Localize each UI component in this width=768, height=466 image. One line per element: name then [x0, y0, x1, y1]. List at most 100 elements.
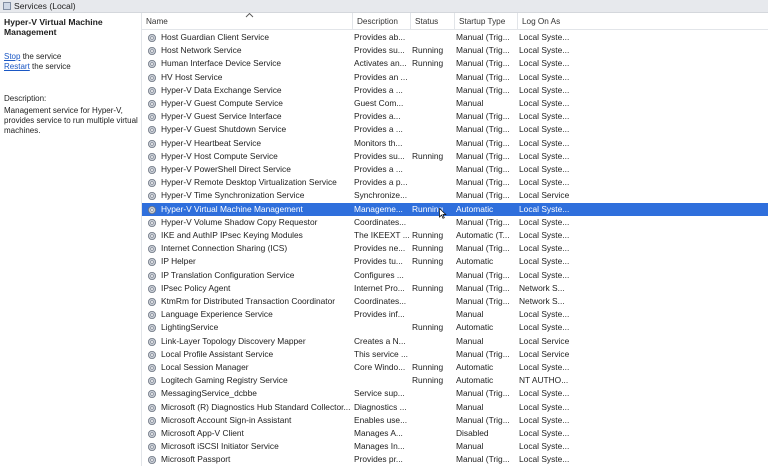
service-row[interactable]: Microsoft iSCSI Initiator Service Manages… [142, 440, 768, 453]
service-description: Provides tu... [354, 256, 403, 267]
service-name-cell: Internet Connection Sharing (ICS) [148, 242, 352, 255]
service-log-on-as: Local Syste... [519, 177, 570, 188]
service-status [412, 216, 454, 229]
service-name-cell: Hyper-V Guest Shutdown Service [148, 123, 352, 136]
service-row[interactable]: Hyper-V Host Compute Service Provides su.… [142, 150, 768, 163]
service-startup-type: Manual (Trig... [456, 348, 510, 359]
service-row[interactable]: KtmRm for Distributed Transaction Coordi… [142, 295, 768, 308]
service-row[interactable]: Hyper-V Data Exchange Service Provides a … [142, 84, 768, 97]
service-description: The IKEEXT ... [354, 230, 410, 240]
column-header-log-on-as[interactable]: Log On As [517, 13, 577, 29]
service-status: Running [412, 45, 444, 56]
service-startup-type: Manual (Trig... [456, 216, 510, 227]
service-status [412, 31, 454, 44]
service-status [412, 71, 454, 84]
service-row[interactable]: Hyper-V Guest Shutdown Service Provides a… [142, 123, 768, 136]
service-name-cell: Host Network Service [148, 44, 352, 57]
service-description: Synchronize... [354, 190, 408, 201]
service-name-cell: Hyper-V PowerShell Direct Service [148, 163, 352, 176]
service-name-cell: IKE and AuthIP IPsec Keying Modules [148, 229, 352, 242]
service-description: Diagnostics ... [354, 401, 407, 412]
service-startup-type: Automatic (T... [456, 230, 510, 240]
service-name-cell: Local Profile Assistant Service [148, 348, 352, 361]
service-row[interactable]: Microsoft (R) Diagnostics Hub Standard C… [142, 401, 768, 414]
stop-service-link[interactable]: Stop [4, 52, 20, 61]
service-row[interactable]: Hyper-V Time Synchronization Service Sync… [142, 189, 768, 202]
column-header-description[interactable]: Description [352, 13, 410, 29]
service-log-on-as: NT AUTHO... [519, 375, 569, 386]
service-status: Running [412, 243, 444, 254]
service-name-cell: IPsec Policy Agent [148, 282, 352, 295]
service-row[interactable]: Host Network Service Provides su... Runnin… [142, 44, 768, 57]
service-name: Microsoft App-V Client [161, 428, 244, 438]
service-row[interactable]: Link-Layer Topology Discovery Mapper Crea… [142, 335, 768, 348]
service-name-cell: Link-Layer Topology Discovery Mapper [148, 335, 352, 348]
service-row[interactable]: Logitech Gaming Registry Service Running A… [142, 374, 768, 387]
service-startup-type: Manual (Trig... [456, 124, 510, 135]
service-description: Enables use... [354, 414, 408, 425]
service-name: Language Experience Service [161, 309, 273, 320]
service-name: Hyper-V Guest Service Interface [161, 111, 282, 122]
service-startup-type: Manual (Trig... [456, 164, 510, 174]
service-name: Link-Layer Topology Discovery Mapper [161, 335, 306, 346]
service-row[interactable]: Hyper-V Remote Desktop Virtualization Se… [142, 176, 768, 189]
column-header-status[interactable]: Status [410, 13, 454, 29]
service-startup-type: Manual (Trig... [456, 84, 510, 95]
service-row[interactable]: Local Profile Assistant Service This serv… [142, 348, 768, 361]
service-row[interactable]: Local Session Manager Core Windo... Runnin… [142, 361, 768, 374]
service-name: Microsoft iSCSI Initiator Service [161, 441, 279, 452]
service-name: Hyper-V Guest Shutdown Service [161, 124, 287, 135]
service-description: This service ... [354, 348, 408, 359]
column-header-startup-type[interactable]: Startup Type [454, 13, 517, 29]
service-log-on-as: Local Syste... [519, 98, 570, 108]
service-status: Running [412, 150, 444, 161]
services-list[interactable]: Name Description Status Startup Type Log… [142, 13, 768, 466]
restart-service-link[interactable]: Restart [4, 62, 30, 71]
service-row[interactable]: LightingService Running Automatic Local Sys… [142, 321, 768, 334]
service-startup-type: Disabled [456, 428, 489, 438]
service-startup-type: Manual (Trig... [456, 282, 510, 293]
restart-rest-text: the service [29, 62, 71, 71]
service-row[interactable]: Hyper-V Heartbeat Service Monitors th... M… [142, 137, 768, 150]
service-row[interactable]: Microsoft Passport Provides pr... Manual (… [142, 453, 768, 466]
service-row[interactable]: Hyper-V Volume Shadow Copy Requestor Coor… [142, 216, 768, 229]
service-row[interactable]: IP Translation Configuration Service Conf… [142, 269, 768, 282]
service-startup-type: Manual (Trig... [456, 243, 510, 254]
service-row[interactable]: IPsec Policy Agent Internet Pro... Running… [142, 282, 768, 295]
service-name-cell: Hyper-V Virtual Machine Management [148, 203, 352, 216]
service-row[interactable]: Host Guardian Client Service Provides ab.… [142, 31, 768, 44]
service-log-on-as: Local Syste... [519, 454, 570, 465]
service-log-on-as: Local Syste... [519, 203, 570, 214]
service-log-on-as: Local Syste... [519, 124, 570, 135]
service-row[interactable]: MessagingService_dcbbe Service sup... Manu… [142, 387, 768, 400]
stop-line: Stop the service [4, 52, 61, 62]
service-row[interactable]: Hyper-V Virtual Machine Management Manage… [142, 202, 768, 216]
service-row[interactable]: IKE and AuthIP IPsec Keying Modules The I… [142, 229, 768, 242]
service-status [412, 401, 454, 414]
service-description: Coordinates... [354, 216, 407, 227]
window-title: Services (Local) [14, 1, 76, 11]
service-row[interactable]: Microsoft App-V Client Manages A... Disabl… [142, 427, 768, 440]
service-log-on-as: Local Syste... [519, 150, 570, 161]
service-row[interactable]: Microsoft Account Sign-in Assistant Enabl… [142, 414, 768, 427]
column-header-name[interactable]: Name [142, 13, 352, 29]
service-name-cell: Hyper-V Time Synchronization Service [148, 189, 352, 202]
service-name: Logitech Gaming Registry Service [161, 375, 288, 386]
service-row[interactable]: Language Experience Service Provides inf.… [142, 308, 768, 321]
service-status [412, 295, 454, 308]
service-row[interactable]: Hyper-V PowerShell Direct Service Provide… [142, 163, 768, 176]
service-name-cell: Hyper-V Heartbeat Service [148, 137, 352, 150]
service-log-on-as: Local Syste... [519, 388, 570, 399]
service-row[interactable]: Human Interface Device Service Activates … [142, 57, 768, 70]
service-row[interactable]: Hyper-V Guest Service Interface Provides … [142, 110, 768, 123]
service-row[interactable]: HV Host Service Provides an ... Manual (Tr… [142, 71, 768, 84]
service-row[interactable]: IP Helper Provides tu... Running Automatic L… [142, 255, 768, 268]
service-startup-type: Manual (Trig... [456, 414, 510, 425]
service-startup-type: Automatic [456, 256, 494, 267]
service-row[interactable]: Hyper-V Guest Compute Service Guest Com..… [142, 97, 768, 110]
service-status: Running [412, 230, 444, 240]
service-name-cell: Hyper-V Host Compute Service [148, 150, 352, 163]
service-row[interactable]: Internet Connection Sharing (ICS) Provide… [142, 242, 768, 255]
service-log-on-as: Network S... [519, 296, 565, 306]
service-startup-type: Automatic [456, 203, 494, 214]
